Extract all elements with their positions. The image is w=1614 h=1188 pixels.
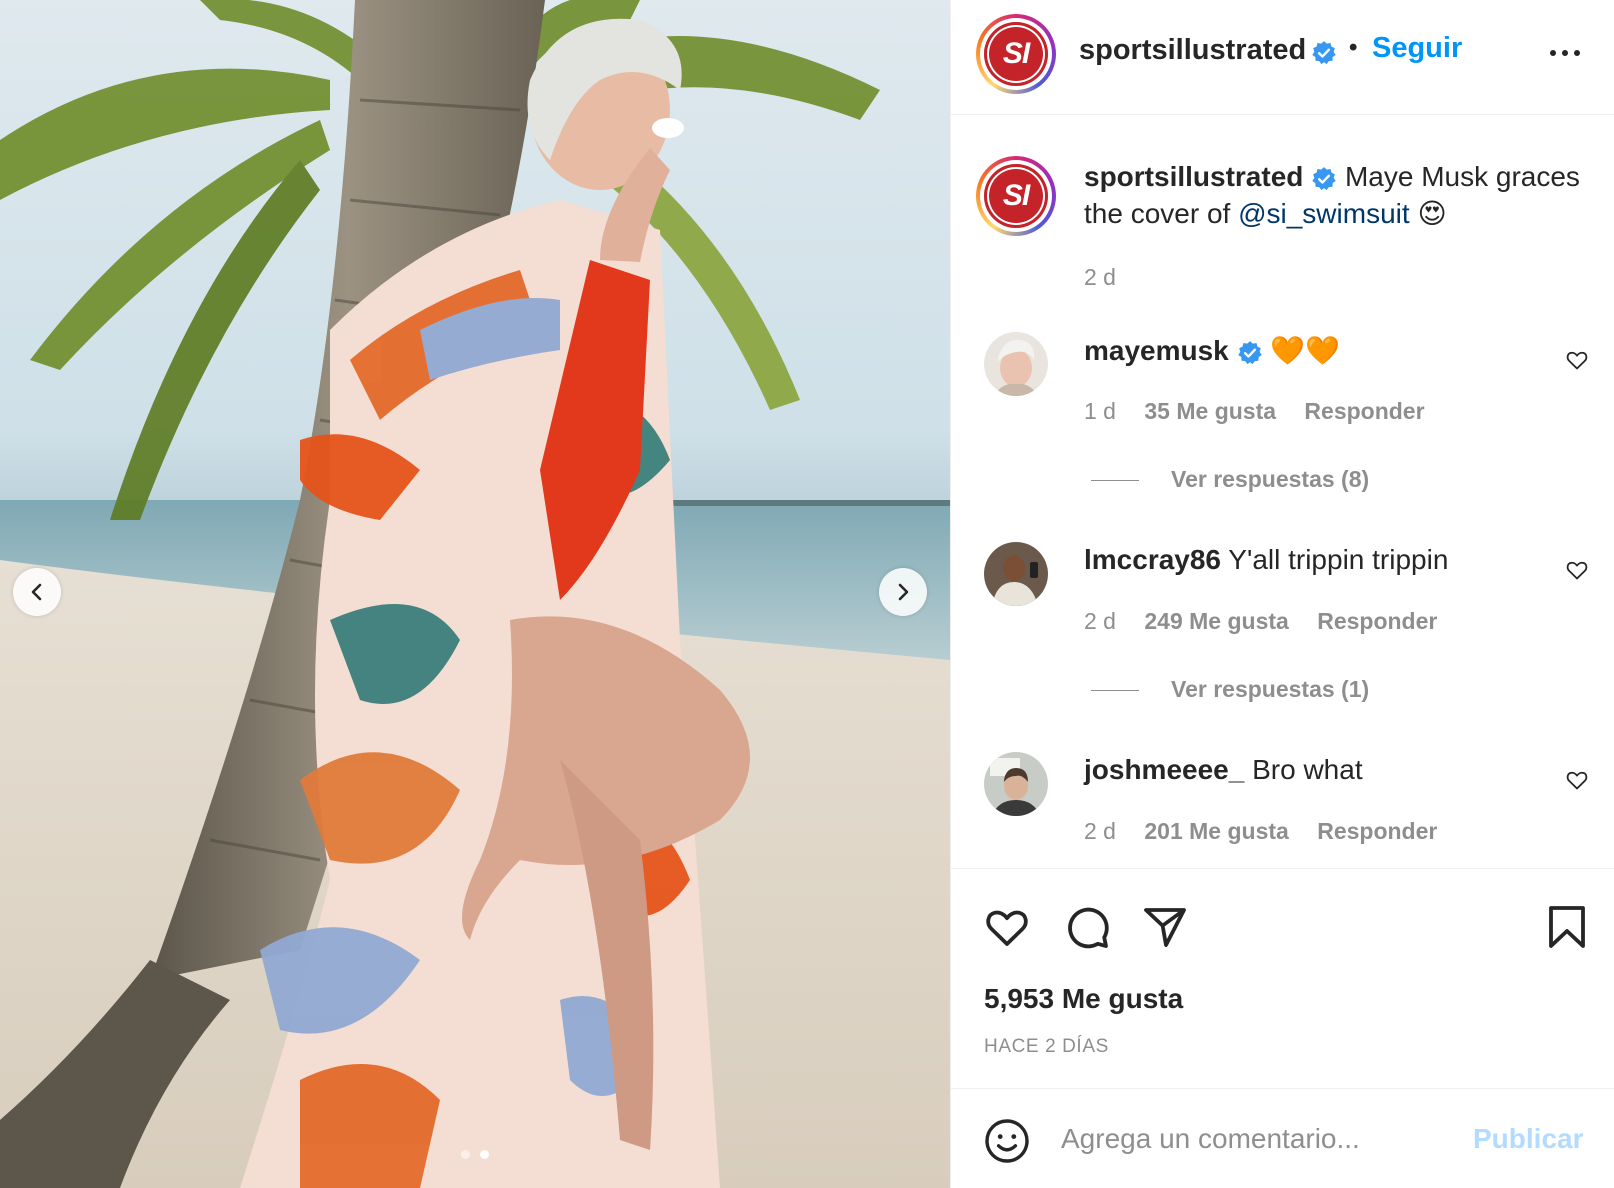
heart-icon[interactable]	[983, 903, 1031, 951]
carousel-dot-active	[480, 1150, 489, 1159]
verified-badge-icon	[1312, 166, 1336, 190]
likes-count[interactable]: 5,953 Me gusta	[984, 983, 1183, 1015]
comment-time: 2 d	[1084, 818, 1116, 844]
comment-likes[interactable]: 201 Me gusta	[1144, 818, 1288, 844]
post-actions: 5,953 Me gusta HACE 2 DÍAS	[951, 868, 1614, 1088]
caption-emoji: 😍	[1417, 198, 1447, 229]
caption-username[interactable]: sportsillustrated	[1084, 161, 1303, 192]
comment-likes[interactable]: 35 Me gusta	[1144, 398, 1276, 424]
post-side-panel: SI sportsillustrated • Seguir SI sportsi…	[950, 0, 1614, 1188]
author-avatar[interactable]: SI	[976, 14, 1056, 94]
more-options-icon[interactable]	[1545, 38, 1585, 68]
chevron-right-icon	[898, 583, 909, 601]
reply-button[interactable]: Responder	[1317, 608, 1437, 634]
post-date: HACE 2 DÍAS	[984, 1036, 1109, 1057]
emoji-icon[interactable]	[983, 1117, 1031, 1165]
comment-body: Y'all trippin trippin	[1228, 544, 1449, 575]
carousel-dot	[461, 1150, 470, 1159]
comment-username[interactable]: joshmeeee_	[1084, 754, 1244, 785]
commenter-avatar[interactable]	[984, 542, 1048, 606]
comment-composer: Publicar	[951, 1088, 1614, 1188]
follow-button[interactable]: Seguir	[1372, 32, 1462, 65]
post-photo[interactable]	[0, 0, 950, 1188]
comment-likes[interactable]: 249 Me gusta	[1144, 608, 1288, 634]
heart-icon[interactable]	[1565, 558, 1589, 582]
comment-body: Bro what	[1252, 754, 1363, 785]
commenter-avatar[interactable]	[984, 332, 1048, 396]
comments-section[interactable]: SI sportsillustrated Maye Musk graces th…	[951, 116, 1614, 868]
view-replies-label: Ver respuestas (1)	[1171, 676, 1370, 702]
comment-text-line: mayemusk 🧡🧡	[1084, 334, 1340, 367]
post-header: SI sportsillustrated • Seguir	[951, 0, 1614, 115]
verified-badge-icon	[1237, 340, 1262, 364]
comment-meta: 1 d 35 Me gusta Responder	[1084, 398, 1447, 425]
carousel-next-button[interactable]	[879, 568, 927, 616]
comment-time: 2 d	[1084, 608, 1116, 634]
view-replies-button[interactable]: Ver respuestas (8)	[1091, 466, 1369, 493]
comment-meta: 2 d 249 Me gusta Responder	[1084, 608, 1459, 635]
comment-time: 1 d	[1084, 398, 1116, 424]
share-icon[interactable]	[1141, 903, 1189, 951]
comment-input[interactable]	[1061, 1111, 1451, 1167]
comment-username[interactable]: mayemusk	[1084, 335, 1229, 366]
caption-timestamp: 2 d	[1084, 264, 1116, 290]
heart-icon[interactable]	[1565, 348, 1589, 372]
comment-meta: 2 d 201 Me gusta Responder	[1084, 818, 1459, 845]
carousel-indicator	[0, 1150, 950, 1159]
commenter-avatar[interactable]	[984, 752, 1048, 816]
view-replies-label: Ver respuestas (8)	[1171, 466, 1370, 492]
comment-body: 🧡🧡	[1270, 335, 1341, 366]
publish-button[interactable]: Publicar	[1473, 1123, 1583, 1155]
carousel-prev-button[interactable]	[13, 568, 61, 616]
comment-text-line: joshmeeee_ Bro what	[1084, 754, 1363, 786]
reply-button[interactable]: Responder	[1304, 398, 1424, 424]
verified-badge-icon	[1312, 41, 1336, 65]
chevron-left-icon	[31, 583, 42, 601]
heart-icon[interactable]	[1565, 768, 1589, 792]
post-caption: sportsillustrated Maye Musk graces the c…	[1084, 158, 1594, 232]
comment-icon[interactable]	[1063, 903, 1111, 951]
caption-author-avatar[interactable]: SI	[976, 156, 1056, 236]
header-separator: •	[1349, 34, 1358, 61]
reply-button[interactable]: Responder	[1317, 818, 1437, 844]
si-logo: SI	[984, 164, 1048, 228]
view-replies-button[interactable]: Ver respuestas (1)	[1091, 676, 1369, 703]
si-logo: SI	[984, 22, 1048, 86]
bookmark-icon[interactable]	[1545, 903, 1589, 951]
author-username[interactable]: sportsillustrated	[1079, 34, 1306, 67]
comment-text-line: lmccray86 Y'all trippin trippin	[1084, 544, 1448, 576]
beach-photo	[0, 0, 950, 1188]
comment-username[interactable]: lmccray86	[1084, 544, 1221, 575]
caption-mention-link[interactable]: @si_swimsuit	[1238, 198, 1410, 229]
